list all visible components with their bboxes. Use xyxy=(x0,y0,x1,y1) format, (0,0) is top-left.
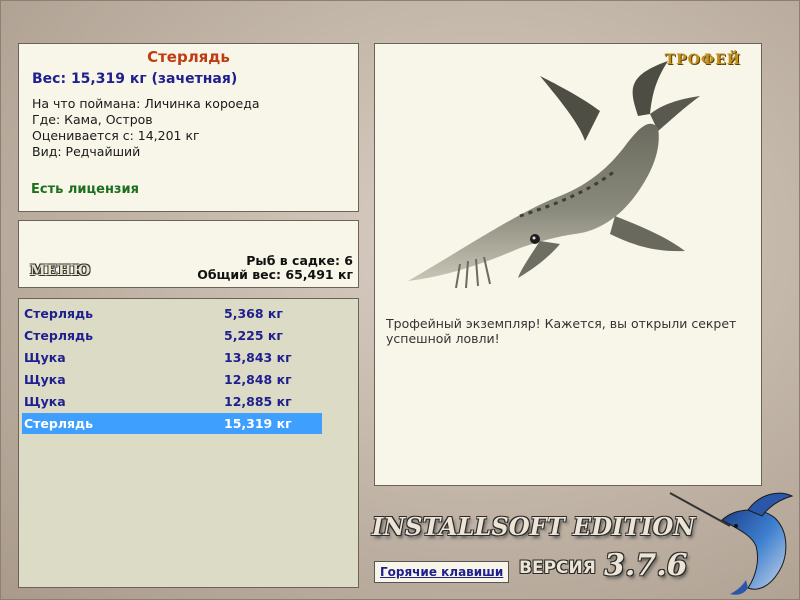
cage-total-weight: Общий вес: 65,491 кг xyxy=(197,267,353,282)
list-item[interactable]: Щука 12,848 кг xyxy=(22,369,322,390)
fish-name: Стерлядь xyxy=(147,48,230,66)
fish-list: Стерлядь 5,368 кг Стерлядь 5,225 кг Щука… xyxy=(18,298,359,588)
menu-button[interactable]: МЕНЮ xyxy=(30,263,91,279)
list-item-name: Стерлядь xyxy=(24,306,94,321)
valued-from-info: Оценивается с: 14,201 кг xyxy=(32,128,200,143)
trophy-description: Трофейный экземпляр! Кажется, вы открыли… xyxy=(386,316,737,346)
version-label: ВЕРСИЯ xyxy=(519,558,596,578)
list-item-selected[interactable]: Стерлядь 15,319 кг xyxy=(22,413,322,434)
list-item-weight: 13,843 кг xyxy=(224,350,292,365)
location-info: Где: Кама, Остров xyxy=(32,112,153,127)
hotkeys-button[interactable]: Горячие клавиши xyxy=(374,561,510,583)
list-item-weight: 15,319 кг xyxy=(224,416,292,431)
catch-info-panel: Стерлядь Вес: 15,319 кг (зачетная) На чт… xyxy=(18,43,359,212)
sterlet-fish-image xyxy=(408,61,700,289)
list-item[interactable]: Стерлядь 5,368 кг xyxy=(22,303,322,324)
list-item-name: Щука xyxy=(24,372,66,387)
rarity-info: Вид: Редчайший xyxy=(32,144,141,159)
list-item-name: Стерлядь xyxy=(24,328,94,343)
list-item-weight: 12,848 кг xyxy=(224,372,292,387)
list-item-name: Щука xyxy=(24,394,66,409)
bait-info: На что поймана: Личинка короеда xyxy=(32,96,260,111)
cage-summary-panel: МЕНЮ Рыб в садке: 6 Общий вес: 65,491 кг xyxy=(18,220,359,288)
list-item-name: Стерлядь xyxy=(24,416,94,431)
list-item[interactable]: Стерлядь 5,225 кг xyxy=(22,325,322,346)
trophy-panel: ТРОФЕЙ Трофейный экземпляр! Кажется, вы … xyxy=(374,43,762,486)
list-item-weight: 5,225 кг xyxy=(224,328,283,343)
list-item-name: Щука xyxy=(24,350,66,365)
list-item-weight: 12,885 кг xyxy=(224,394,292,409)
list-item[interactable]: Щука 13,843 кг xyxy=(22,347,322,368)
marlin-icon xyxy=(669,492,794,595)
list-item[interactable]: Щука 12,885 кг xyxy=(22,391,322,412)
brand-logo-text: INSTALLSOFT EDITION xyxy=(372,512,696,541)
list-item-weight: 5,368 кг xyxy=(224,306,283,321)
cage-count: Рыб в садке: 6 xyxy=(246,253,353,268)
license-status: Есть лицензия xyxy=(31,182,139,197)
fish-weight: Вес: 15,319 кг (зачетная) xyxy=(32,71,238,87)
